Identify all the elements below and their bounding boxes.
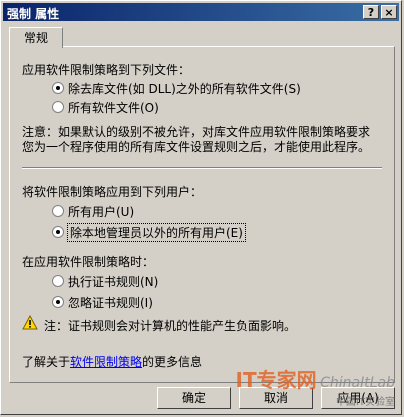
radio-all-files-label[interactable]: 所有软件文件(O) <box>68 99 159 116</box>
properties-dialog: 强制 属性 ? × 常规 应用软件限制策略到下列文件： 除去库文件(如 DLL)… <box>0 0 402 415</box>
radio-non-dll-files[interactable] <box>52 82 64 94</box>
radio-all-users[interactable] <box>52 205 64 217</box>
tab-general[interactable]: 常规 <box>9 27 63 48</box>
title-bar[interactable]: 强制 属性 ? × <box>3 3 399 21</box>
divider <box>22 167 382 169</box>
watermark-sub: 中国IT实验室 <box>335 397 395 408</box>
radio-non-dll-files-label[interactable]: 除去库文件(如 DLL)之外的所有软件文件(S) <box>68 80 301 97</box>
learn-more: 了解关于软件限制策略的更多信息 <box>22 353 202 370</box>
radio-except-admins-label[interactable]: 除本地管理员以外的所有用户(E) <box>67 223 246 242</box>
ok-button[interactable]: 确定 <box>157 387 231 409</box>
tab-panel: 应用软件限制策略到下列文件： 除去库文件(如 DLL)之外的所有软件文件(S) … <box>9 46 395 383</box>
watermark-left: IT专家网 <box>235 368 317 392</box>
warning-text: 注：证书规则会对计算机的性能产生负面影响。 <box>44 319 297 333</box>
learn-more-prefix: 了解关于 <box>22 355 71 369</box>
radio-ignore-cert-rules-label[interactable]: 忽略证书规则(I) <box>68 294 153 311</box>
radio-all-users-label[interactable]: 所有用户(U) <box>68 203 134 220</box>
radio-all-files[interactable] <box>52 101 64 113</box>
cert-rules-heading: 在应用软件限制策略时： <box>22 255 155 269</box>
learn-more-suffix: 的更多信息 <box>142 355 203 369</box>
watermark-right: ChinaItLab <box>320 375 395 391</box>
software-restriction-link[interactable]: 软件限制策略 <box>70 355 142 369</box>
radio-except-admins[interactable] <box>52 226 64 238</box>
apply-files-heading: 应用软件限制策略到下列文件： <box>22 63 191 77</box>
watermark-logo: IT专家网 ChinaItLab 中国IT实验室 <box>236 364 395 408</box>
radio-enforce-cert-rules[interactable] <box>52 275 64 287</box>
warning-icon <box>22 315 38 330</box>
radio-ignore-cert-rules[interactable] <box>52 296 64 308</box>
radio-enforce-cert-rules-label[interactable]: 执行证书规则(N) <box>68 273 158 290</box>
apply-users-heading: 将软件限制策略应用到下列用户： <box>22 185 203 199</box>
window-title: 强制 属性 <box>7 7 60 21</box>
close-button[interactable]: × <box>381 5 397 19</box>
note-line-2: 您为一个程序使用的所有库文件设置规则之后，才能使用此程序。 <box>22 140 371 154</box>
help-button[interactable]: ? <box>363 5 379 19</box>
